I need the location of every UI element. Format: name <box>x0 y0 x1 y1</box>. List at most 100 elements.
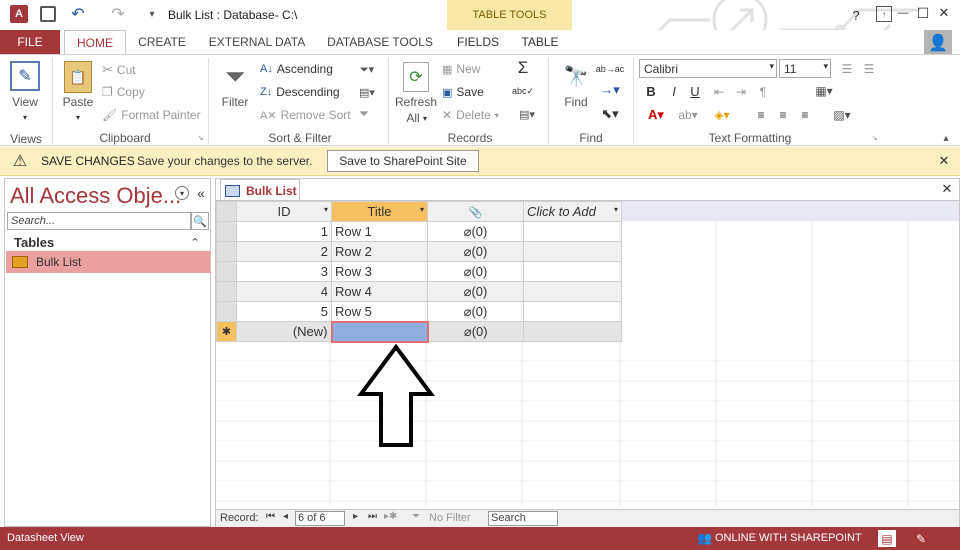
toggle-filter-icon[interactable]: ⏷ <box>355 106 373 122</box>
delete-record-button[interactable]: ✕ Delete ▾ <box>442 108 499 122</box>
align-right-icon[interactable]: ≡ <box>796 106 814 124</box>
paste-dropdown-icon[interactable]: ▾ <box>73 112 83 122</box>
select-all-corner[interactable] <box>216 201 237 222</box>
row-selector[interactable] <box>216 221 237 242</box>
save-record-button[interactable]: ▣ Save <box>442 85 484 99</box>
row-selector[interactable] <box>216 241 237 262</box>
text-formatting-launcher-icon[interactable]: ↘ <box>870 133 879 142</box>
cell-id-new[interactable]: (New) <box>236 321 332 342</box>
italic-button[interactable]: I <box>667 83 681 99</box>
cell-click-to-add[interactable] <box>523 281 622 302</box>
record-search-input[interactable]: Search <box>488 511 558 526</box>
find-button[interactable]: Find <box>556 95 596 109</box>
shutter-bar-icon[interactable]: « <box>194 185 208 201</box>
remove-sort-button[interactable]: A✕ Remove Sort <box>260 108 351 122</box>
column-dropdown-icon[interactable]: ▾ <box>614 205 618 214</box>
cell-title[interactable]: Row 4 <box>331 281 428 302</box>
cell-attachment[interactable]: ⌀(0) <box>427 241 524 262</box>
tab-table[interactable]: TABLE <box>512 30 568 54</box>
clipboard-launcher-icon[interactable]: ↘ <box>196 133 205 142</box>
cell-click-to-add[interactable] <box>523 301 622 322</box>
collapse-ribbon-icon[interactable]: ▴ <box>940 132 952 144</box>
indent-increase-icon[interactable]: ⇥ <box>732 84 750 100</box>
select-icon[interactable]: ⬉▾ <box>600 106 620 122</box>
last-record-icon[interactable]: ⏭ <box>368 511 377 522</box>
cell-title[interactable]: Row 1 <box>331 221 428 242</box>
new-record-nav-icon[interactable]: ▸✱ <box>384 511 397 522</box>
column-header-title[interactable]: Title ▾ <box>331 201 428 222</box>
user-avatar[interactable]: 👤 <box>924 30 952 56</box>
table-row[interactable]: 4 Row 4 ⌀(0) <box>216 281 622 302</box>
advanced-filter-icon[interactable]: ▤▾ <box>355 84 379 100</box>
cell-attachment-new[interactable]: ⌀(0) <box>427 321 524 342</box>
nav-search-icon[interactable]: 🔍 <box>191 212 209 230</box>
refresh-icon[interactable]: ⟳ <box>403 62 429 92</box>
copy-button[interactable]: ❐ Copy <box>102 85 145 99</box>
customize-qat-icon[interactable]: ▾ <box>146 6 158 22</box>
row-selector[interactable] <box>216 281 237 302</box>
next-record-icon[interactable]: ▸ <box>353 511 358 522</box>
cell-id[interactable]: 5 <box>236 301 332 322</box>
format-painter-button[interactable]: 🖌 Format Painter <box>102 108 201 122</box>
filter-button[interactable]: Filter <box>215 95 255 109</box>
view-icon[interactable]: ✎ <box>10 61 40 91</box>
fill-color-icon[interactable]: ◈▾ <box>708 106 736 124</box>
new-record-button[interactable]: ▦ New <box>442 62 480 76</box>
undo-icon[interactable]: ↶ <box>68 4 88 24</box>
previous-record-icon[interactable]: ◂ <box>283 511 288 522</box>
column-header-click-to-add[interactable]: Click to Add ▾ <box>523 201 622 222</box>
column-header-id[interactable]: ID ▾ <box>236 201 332 222</box>
align-center-icon[interactable]: ≡ <box>774 106 792 124</box>
refresh-all-label[interactable]: Refresh <box>395 95 437 109</box>
cell-attachment[interactable]: ⌀(0) <box>427 301 524 322</box>
doc-tab-bulk-list[interactable]: Bulk List <box>220 179 300 201</box>
cell-attachment[interactable]: ⌀(0) <box>427 221 524 242</box>
bold-button[interactable]: B <box>644 83 658 99</box>
first-record-icon[interactable]: ⏮ <box>266 511 275 522</box>
column-dropdown-icon[interactable]: ▾ <box>324 205 328 214</box>
font-color-icon[interactable]: A▾ <box>642 106 670 124</box>
underline-button[interactable]: U <box>688 83 702 99</box>
nav-pane-title[interactable]: All Access Obje... <box>10 183 181 209</box>
new-record-selector[interactable]: ✱ <box>216 321 237 342</box>
cell-id[interactable]: 3 <box>236 261 332 282</box>
table-row[interactable]: 3 Row 3 ⌀(0) <box>216 261 622 282</box>
cell-id[interactable]: 4 <box>236 281 332 302</box>
row-selector[interactable] <box>216 301 237 322</box>
cell-click-to-add-new[interactable] <box>523 321 622 342</box>
more-records-icon[interactable]: ▤▾ <box>514 106 540 122</box>
alternate-row-color-icon[interactable]: ▨▾ <box>826 106 858 124</box>
nav-section-tables[interactable]: Tables <box>14 235 54 250</box>
view-dropdown-icon[interactable]: ▾ <box>20 112 30 122</box>
column-dropdown-icon[interactable]: ▾ <box>420 205 424 214</box>
tab-home[interactable]: HOME <box>64 30 126 54</box>
ltr-icon[interactable]: ¶ <box>754 84 772 100</box>
nav-item-bulk-list[interactable]: Bulk List <box>6 251 210 273</box>
replace-icon[interactable]: ab→ac <box>596 60 625 78</box>
message-close-icon[interactable]: ✕ <box>937 153 951 169</box>
view-button[interactable]: View <box>5 95 45 109</box>
go-to-icon[interactable]: →▾ <box>600 82 620 98</box>
binoculars-icon[interactable]: 🔭 <box>562 62 590 90</box>
doc-close-icon[interactable]: ✕ <box>940 181 954 197</box>
cell-title[interactable]: Row 5 <box>331 301 428 322</box>
minimize-button[interactable]: — <box>896 4 910 22</box>
font-size-select[interactable]: 11 ▾ <box>779 59 831 78</box>
tab-file[interactable]: FILE <box>0 30 60 54</box>
cell-id[interactable]: 1 <box>236 221 332 242</box>
tab-fields[interactable]: FIELDS <box>450 30 506 54</box>
highlight-icon[interactable]: ab▾ <box>674 106 702 124</box>
ascending-button[interactable]: A↓ Ascending <box>260 62 333 76</box>
bullets-icon[interactable]: ☰ <box>838 60 856 78</box>
row-selector[interactable] <box>216 261 237 282</box>
numbering-icon[interactable]: ☰ <box>860 60 878 78</box>
refresh-dropdown-icon[interactable]: ▾ <box>421 113 429 123</box>
cut-button[interactable]: ✂ Cut <box>102 62 136 78</box>
save-icon[interactable] <box>40 6 56 22</box>
save-to-sharepoint-button[interactable]: Save to SharePoint Site <box>327 150 479 172</box>
selection-filter-icon[interactable]: ⏷▾ <box>355 62 379 78</box>
cell-click-to-add[interactable] <box>523 241 622 262</box>
gridlines-icon[interactable]: ▦▾ <box>810 82 838 100</box>
table-row[interactable]: 2 Row 2 ⌀(0) <box>216 241 622 262</box>
ribbon-display-icon[interactable]: ↑ <box>876 6 892 22</box>
